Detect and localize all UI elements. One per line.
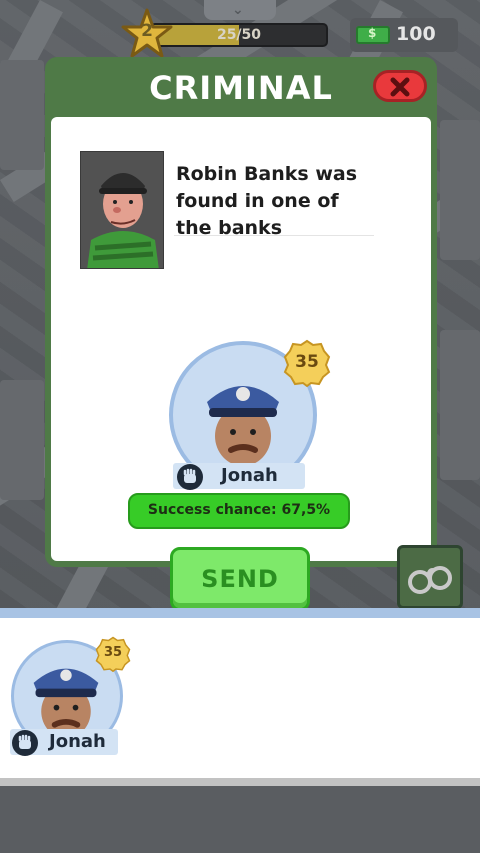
tray-border	[0, 608, 480, 618]
chevron-down-icon: ⌄	[232, 2, 244, 18]
bottom-map-strip[interactable]	[0, 786, 480, 853]
hud-expand-tab[interactable]: ⌄	[204, 0, 276, 20]
success-chance-text: Success chance: 67,5%	[147, 502, 331, 518]
tray-officer-level: 35	[103, 645, 123, 660]
xp-progress-bar: 25/50	[150, 23, 328, 47]
close-icon	[390, 77, 410, 97]
tray-officer-class-badge	[12, 730, 38, 756]
cash-icon	[356, 26, 390, 44]
handcuffs-icon	[408, 566, 452, 594]
officer-name: Jonah	[221, 465, 278, 486]
success-chance-pill: Success chance: 67,5%	[128, 493, 350, 529]
money-display: 100	[350, 18, 458, 52]
money-amount: 100	[396, 23, 436, 45]
criminal-modal: CRIMINAL Robin Banks was found in one of…	[45, 57, 437, 611]
criminal-portrait	[80, 151, 164, 269]
tray-officer-name: Jonah	[49, 731, 106, 752]
tray-fist-icon	[18, 734, 31, 749]
player-level: 2	[141, 21, 153, 41]
tray-bottom-border	[0, 778, 480, 786]
fist-icon	[183, 468, 196, 483]
officer-class-badge	[177, 464, 203, 490]
send-button-label: SEND	[201, 565, 279, 593]
modal-body: Robin Banks was found in one of the bank…	[51, 117, 431, 611]
divider	[174, 235, 374, 236]
xp-text: 25/50	[216, 27, 262, 43]
send-button[interactable]: SEND	[170, 547, 310, 611]
officer-level: 35	[295, 352, 319, 372]
close-button[interactable]	[373, 70, 427, 102]
arrest-button[interactable]	[397, 545, 463, 609]
criminal-message: Robin Banks was found in one of the bank…	[176, 163, 358, 239]
